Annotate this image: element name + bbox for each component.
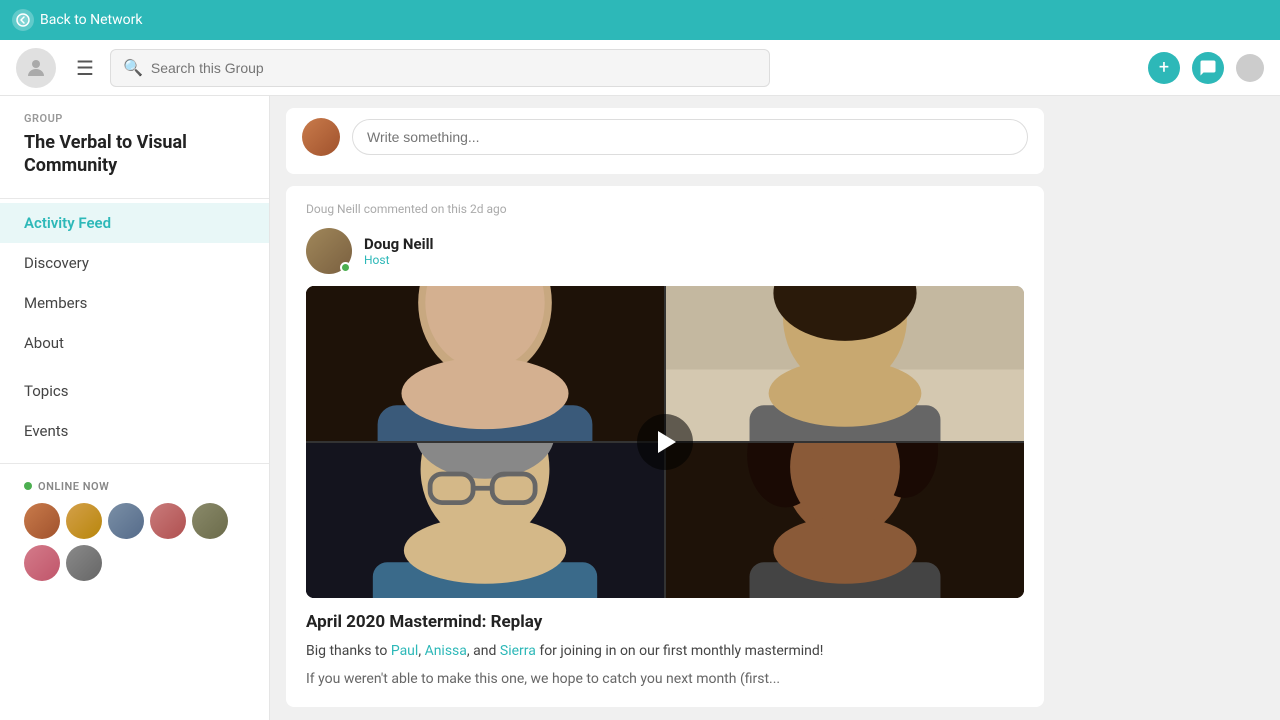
- write-post-area: [286, 108, 1044, 166]
- online-avatar-6[interactable]: [24, 545, 60, 581]
- link-paul[interactable]: Paul: [391, 643, 419, 659]
- back-label: Back to Network: [40, 12, 142, 28]
- post-title: April 2020 Mastermind: Replay: [286, 598, 1044, 640]
- sidebar-item-about[interactable]: About: [0, 323, 269, 363]
- group-avatar: [16, 48, 56, 88]
- back-to-network-link[interactable]: Back to Network: [12, 9, 142, 31]
- sidebar-item-members[interactable]: Members: [0, 283, 269, 323]
- online-avatar-4[interactable]: [150, 503, 186, 539]
- post-body: Big thanks to Paul, Anissa, and Sierra f…: [286, 640, 1044, 662]
- sidebar-item-label: Events: [24, 422, 68, 440]
- group-name: The Verbal to Visual Community: [0, 125, 269, 194]
- online-avatar-3[interactable]: [108, 503, 144, 539]
- online-avatar-2[interactable]: [66, 503, 102, 539]
- post-author-info: Doug Neill Host: [364, 235, 434, 267]
- person-bottomleft: [306, 443, 664, 598]
- sidebar-item-events[interactable]: Events: [0, 411, 269, 451]
- video-cell-bottom-left: [306, 443, 664, 598]
- play-triangle-icon: [658, 431, 676, 453]
- post-body-intro: Big thanks to: [306, 643, 387, 659]
- sidebar-item-label: Members: [24, 294, 87, 312]
- online-now-section: ONLINE NOW: [0, 468, 269, 589]
- top-bar: Back to Network: [0, 0, 1280, 40]
- person-topleft: [306, 286, 664, 441]
- post-author-name[interactable]: Doug Neill: [364, 235, 434, 253]
- link-anissa[interactable]: Anissa: [425, 643, 467, 659]
- back-icon: [12, 9, 34, 31]
- sidebar-item-label: Activity Feed: [24, 214, 111, 232]
- right-panel: [1060, 96, 1280, 720]
- video-cell-top-left: [306, 286, 664, 441]
- online-avatar-5[interactable]: [192, 503, 228, 539]
- sidebar-item-topics[interactable]: Topics: [0, 371, 269, 411]
- video-cell-bottom-right: [666, 443, 1024, 598]
- post-card: Doug Neill commented on this 2d ago Doug…: [286, 186, 1044, 707]
- sidebar-item-label: Topics: [24, 382, 68, 400]
- hamburger-icon[interactable]: ☰: [76, 56, 94, 80]
- online-now-label: ONLINE NOW: [24, 480, 245, 493]
- sidebar-item-discovery[interactable]: Discovery: [0, 243, 269, 283]
- post-body-more: If you weren't able to make this one, we…: [286, 662, 1044, 706]
- online-avatar-1[interactable]: [24, 503, 60, 539]
- layout: GROUP The Verbal to Visual Community Act…: [0, 96, 1280, 720]
- group-label: GROUP: [0, 112, 269, 125]
- search-bar: 🔍: [110, 49, 770, 87]
- user-avatar[interactable]: [1236, 54, 1264, 82]
- divider-bottom: [0, 463, 269, 464]
- online-dot: [24, 482, 32, 490]
- link-sierra[interactable]: Sierra: [500, 643, 536, 659]
- divider-top: [0, 198, 269, 199]
- nav-gap: [0, 363, 269, 371]
- online-avatars-row: [24, 503, 245, 581]
- add-icon: +: [1159, 57, 1169, 78]
- sidebar-item-activity-feed[interactable]: Activity Feed: [0, 203, 269, 243]
- author-online-indicator: [340, 262, 351, 273]
- search-input[interactable]: [151, 60, 757, 76]
- sidebar-item-label: Discovery: [24, 254, 89, 272]
- post-author-avatar[interactable]: [306, 228, 352, 274]
- online-avatar-7[interactable]: [66, 545, 102, 581]
- write-post-card: [286, 108, 1044, 174]
- activity-comment-info: Doug Neill commented on this 2d ago: [286, 186, 1044, 224]
- current-user-avatar: [302, 118, 340, 156]
- video-container: [306, 286, 1024, 598]
- post-author-row: Doug Neill Host: [286, 224, 1044, 286]
- write-post-input[interactable]: [352, 119, 1028, 155]
- header-bar: ☰ 🔍 +: [0, 40, 1280, 96]
- person-bottomright: [666, 443, 1024, 598]
- sidebar-item-label: About: [24, 334, 64, 352]
- main-content: Doug Neill commented on this 2d ago Doug…: [270, 96, 1060, 720]
- header-right: +: [1148, 52, 1264, 84]
- video-cell-top-right: [666, 286, 1024, 441]
- post-author-role: Host: [364, 253, 434, 267]
- chat-button[interactable]: [1192, 52, 1224, 84]
- add-button[interactable]: +: [1148, 52, 1180, 84]
- person-topright: [666, 286, 1024, 441]
- sidebar: GROUP The Verbal to Visual Community Act…: [0, 96, 270, 720]
- play-button[interactable]: [637, 414, 693, 470]
- search-icon: 🔍: [123, 58, 143, 77]
